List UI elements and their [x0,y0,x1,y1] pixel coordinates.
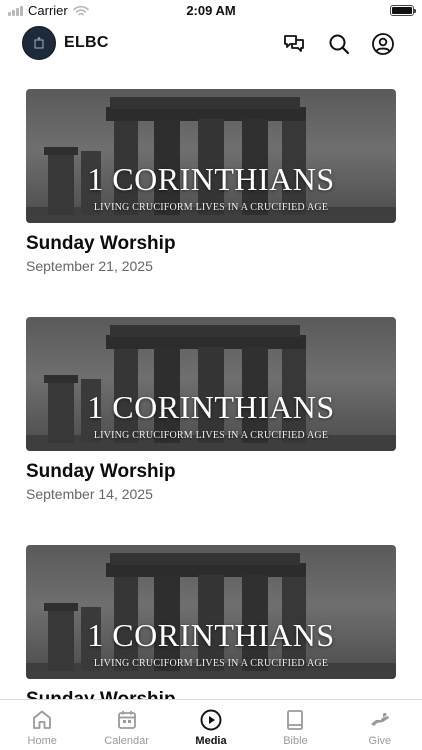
play-icon [200,709,222,731]
app-header: ELBC [0,24,422,64]
profile-icon[interactable] [371,32,395,56]
sermon-card[interactable]: 1 CORINTHIANS LIVING CRUCIFORM LIVES IN … [26,317,397,502]
tab-home[interactable]: Home [0,700,84,750]
battery-icon [390,5,416,16]
tab-give[interactable]: Give [338,700,422,750]
sermon-banner-image[interactable]: 1 CORINTHIANS LIVING CRUCIFORM LIVES IN … [26,89,396,223]
app-title: ELBC [64,34,109,51]
banner-title: 1 CORINTHIANS [87,161,335,197]
banner-title: 1 CORINTHIANS [87,617,335,653]
tab-label: Home [27,735,57,747]
banner-subtitle: LIVING CRUCIFORM LIVES IN A CRUCIFIED AG… [93,202,329,213]
sermon-date: September 21, 2025 [26,258,153,274]
sermon-title[interactable]: Sunday Worship [26,461,397,483]
tab-label: Calendar [104,735,149,747]
sermon-date: September 14, 2025 [26,486,153,502]
home-icon [33,710,52,729]
sermon-feed[interactable]: 1 CORINTHIANS LIVING CRUCIFORM LIVES IN … [26,89,397,699]
church-logo-avatar[interactable] [22,26,56,60]
tab-bible[interactable]: Bible [253,700,337,750]
give-hand-icon [370,712,389,726]
book-icon [287,710,304,730]
sermon-banner-image[interactable]: 1 CORINTHIANS LIVING CRUCIFORM LIVES IN … [26,317,396,451]
bottom-tab-bar: Home Calendar Media Bible Give [0,699,422,750]
sermon-banner-image[interactable]: 1 CORINTHIANS LIVING CRUCIFORM LIVES IN … [26,545,396,679]
sermon-title[interactable]: Sunday Worship [26,233,397,255]
banner-title: 1 CORINTHIANS [87,389,335,425]
calendar-icon [117,711,136,729]
tab-label: Media [195,735,227,747]
chat-icon[interactable] [282,32,306,56]
tab-label: Give [368,735,392,747]
sermon-card[interactable]: 1 CORINTHIANS LIVING CRUCIFORM LIVES IN … [26,89,397,274]
banner-subtitle: LIVING CRUCIFORM LIVES IN A CRUCIFIED AG… [93,658,329,669]
status-time: 2:09 AM [186,3,236,18]
tab-media[interactable]: Media [169,700,253,750]
sermon-card[interactable]: 1 CORINTHIANS LIVING CRUCIFORM LIVES IN … [26,545,397,699]
tab-label: Bible [283,735,308,747]
tab-calendar[interactable]: Calendar [84,700,168,750]
search-icon[interactable] [327,32,351,56]
banner-subtitle: LIVING CRUCIFORM LIVES IN A CRUCIFIED AG… [93,430,329,441]
status-bar: Carrier 2:09 AM [0,0,422,22]
sermon-title[interactable]: Sunday Worship [26,689,397,699]
logo-mark-icon [34,37,44,49]
